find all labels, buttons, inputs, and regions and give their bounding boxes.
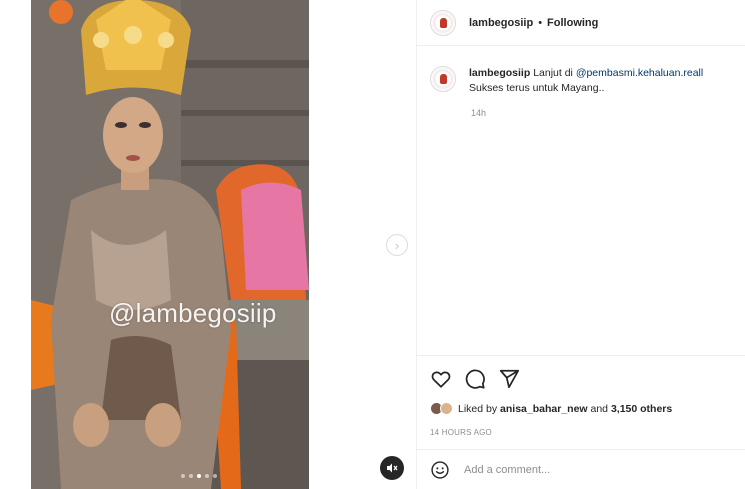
caption: lambegosiip Lanjut di @pembasmi.kehaluan…: [430, 66, 735, 118]
caption-mention[interactable]: @pembasmi.kehaluan.reall: [576, 67, 703, 79]
post-header: lambegosiip • Following: [417, 0, 745, 46]
post-details-panel: lambegosiip • Following lambegosiip Lanj…: [416, 0, 745, 489]
send-icon: [499, 369, 520, 389]
comment-form: [417, 449, 745, 489]
heart-icon: [431, 371, 451, 388]
next-media-button[interactable]: ›: [386, 234, 408, 256]
post-video[interactable]: @lambegosiip: [31, 0, 309, 489]
liker-avatar[interactable]: [440, 402, 453, 415]
likes-middle: and: [587, 402, 611, 415]
mute-button[interactable]: [380, 456, 404, 480]
caption-avatar[interactable]: [430, 66, 456, 92]
carousel-dot: [181, 474, 185, 478]
comment-button[interactable]: [464, 368, 486, 390]
caption-text-before: Lanjut di: [533, 67, 576, 79]
chevron-right-icon: ›: [394, 237, 400, 253]
post-timestamp[interactable]: 14 HOURS AGO: [430, 428, 492, 437]
carousel-dots: [181, 474, 217, 478]
carousel-dot: [189, 474, 193, 478]
post-media: @lambegosiip ›: [0, 0, 416, 489]
emoji-icon[interactable]: [430, 460, 450, 480]
caption-text: lambegosiip Lanjut di @pembasmi.kehaluan…: [469, 66, 703, 96]
speaker-muted-icon: [387, 463, 398, 473]
caption-line2: Sukses terus untuk Mayang..: [469, 82, 605, 94]
follow-status-button[interactable]: Following: [547, 17, 598, 29]
caption-username[interactable]: lambegosiip: [469, 67, 530, 79]
likes-user[interactable]: anisa_bahar_new: [500, 403, 588, 415]
likes-summary: Liked by anisa_bahar_new and 3,150 other…: [430, 402, 672, 415]
carousel-dot: [205, 474, 209, 478]
carousel-dot-active: [197, 474, 201, 478]
comment-input[interactable]: [462, 462, 716, 477]
avatar[interactable]: [430, 9, 456, 36]
carousel-dot: [213, 474, 217, 478]
post-actions: Liked by anisa_bahar_new and 3,150 other…: [417, 355, 745, 437]
post-username[interactable]: lambegosiip: [469, 17, 533, 29]
video-watermark: @lambegosiip: [109, 298, 277, 328]
likes-prefix: Liked by: [458, 402, 501, 415]
share-button[interactable]: [498, 368, 520, 390]
header-separator: •: [538, 16, 543, 29]
likes-others[interactable]: 3,150 others: [611, 403, 672, 415]
like-button[interactable]: [430, 368, 452, 390]
caption-time: 14h: [471, 108, 487, 118]
likes-text: Liked by anisa_bahar_new and 3,150 other…: [458, 403, 672, 415]
comment-icon: [465, 369, 485, 389]
action-icons: [430, 368, 520, 390]
video-frame-illustration: [31, 0, 309, 489]
